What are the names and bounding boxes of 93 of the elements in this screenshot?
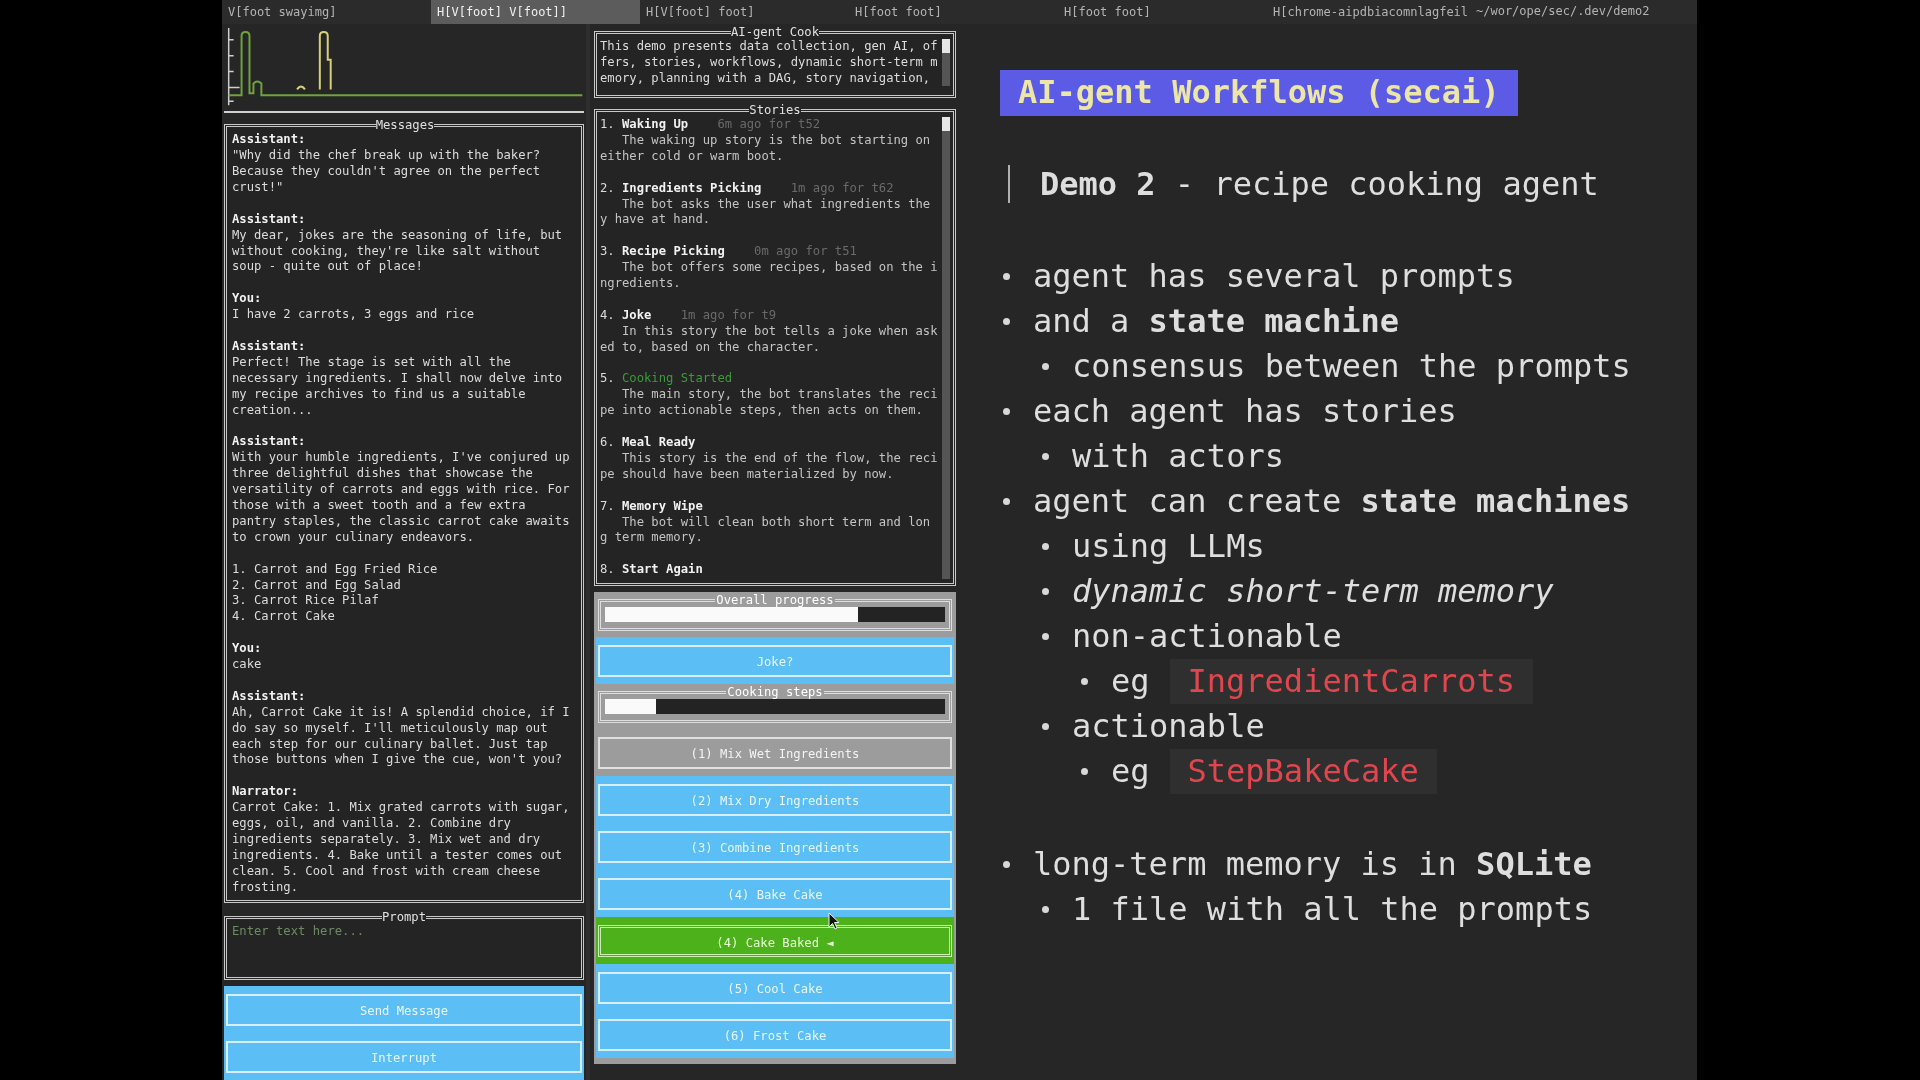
bullet-icon	[1003, 498, 1010, 505]
message-text: I have 2 carrots, 3 eggs and rice	[232, 307, 476, 324]
story-number: 4.	[600, 307, 615, 322]
message-text: My dear, jokes are the seasoning of life, but without cooking, they're like salt without soup - quite out of place!	[232, 227, 564, 276]
bullet-text: agent can create state machines	[1033, 481, 1631, 522]
story-description: This story is the end of the flow, the recipe should have been materialized by now.	[600, 450, 938, 483]
workspace-tab[interactable]: H[foot foot]	[849, 0, 1058, 24]
bullet-icon	[1042, 633, 1049, 640]
bullet-text: dynamic short-term memory	[1072, 571, 1554, 612]
story-description: The bot will clean both short term and long term memory.	[600, 514, 932, 547]
story-number: 6.	[600, 435, 615, 450]
story-description: The waking up story is the bot starting on either cold or warm boot.	[600, 132, 932, 165]
description-text: This demo presents data collection, gen AI, offers, stories, workflows, dynamic short-term memory, planning with a DAG, story navigation,	[600, 39, 938, 87]
bullet-icon	[1081, 678, 1088, 685]
story-title[interactable]: Recipe Picking	[622, 244, 725, 259]
bullet-icon	[1003, 318, 1010, 325]
panel-title: Messages	[375, 119, 435, 133]
story-title[interactable]: Start Again	[622, 562, 703, 577]
mouse-pointer-icon	[828, 912, 840, 930]
story-description: The bot offers some recipes, based on the ingredients.	[600, 260, 938, 292]
message-text: cake	[232, 657, 263, 673]
message-speaker: You:	[232, 641, 263, 657]
bullet-icon	[1003, 408, 1010, 415]
workspace-tab[interactable]: H[V[foot] foot]	[640, 0, 849, 24]
panel-title: Stories	[749, 104, 801, 117]
bullet-icon	[1042, 363, 1049, 370]
prompt-box[interactable]: Prompt Enter text here...	[224, 910, 584, 980]
story-title[interactable]: Cooking Started	[622, 371, 733, 386]
bullet-text: 1 file with all the prompts	[1072, 889, 1593, 930]
bullet-icon	[1042, 543, 1049, 550]
message-speaker: Assistant:	[232, 338, 307, 355]
message-speaker: Narrator:	[232, 784, 300, 801]
slide-title: AI-gent Workflows (secai)	[1000, 70, 1518, 116]
message-speaker: Assistant:	[232, 434, 307, 451]
bullet-icon	[1042, 723, 1049, 730]
story-number: 8.	[600, 562, 615, 577]
scrollbar[interactable]	[942, 117, 950, 579]
message-speaker: Assistant:	[232, 688, 307, 705]
panel-title: AI-gent Cook	[730, 26, 820, 39]
bullet-text: long-term memory is in SQLite	[1033, 844, 1592, 885]
workspace-tab[interactable]: H[chrome-aipdbiacomnlagfeil	[1267, 0, 1476, 24]
bullet-icon	[1081, 768, 1088, 775]
story-time: 6m ago for t52	[717, 117, 821, 131]
workspace-tab[interactable]: H[foot foot]	[1058, 0, 1267, 24]
bullet-text: eg	[1111, 751, 1150, 792]
bullet-icon	[1003, 273, 1010, 280]
bullet-text: with actors	[1072, 436, 1284, 477]
bullet-text: using LLMs	[1072, 526, 1265, 567]
message-speaker: You:	[232, 291, 263, 308]
message-text: Ah, Carrot Cake it is! A splendid choice, if I do say so myself. I'll meticulously map out each step for our culinary ballet. Just tap those buttons when I give the cue, won't you?	[232, 704, 571, 769]
story-time: 0m ago for t51	[754, 244, 857, 259]
story-number: 7.	[600, 498, 615, 513]
bullet-text: consensus between the prompts	[1072, 346, 1631, 387]
story-title[interactable]: Waking Up	[622, 117, 689, 131]
scrollbar[interactable]	[942, 39, 950, 86]
story-number: 5.	[600, 371, 615, 386]
story-title[interactable]: Joke	[622, 307, 652, 322]
message-text: Carrot Cake: 1. Mix grated carrots with sugar, eggs, oil, and vanilla. 2. Combine dry ingredients separately. 3. Mix wet and dry ingredients. 4. Bake until a tester comes out clean. 5. Cool and frost with cream cheese frosting.	[232, 800, 571, 896]
panel-title: Overall progress	[715, 594, 835, 607]
message-text: With your humble ingredients, I've conjured up three delightful dishes that showcase the versatility of carrots and eggs with rice. For those with a sweet tooth and a few extra pantry staples, the classic carrot cake awaits to crown your culinary endeavors. 1. Carrot and Egg Fried Rice 2. Carrot and Egg Salad 3. Carrot Rice Pilaf 4. Carrot Cake	[232, 450, 571, 626]
bullet-text: and a state machine	[1033, 301, 1400, 342]
window-path: ~/wor/ope/sec/.dev/demo2	[1476, 4, 1650, 20]
story-number: 3.	[600, 244, 615, 259]
bullet-text: non-actionable	[1072, 616, 1342, 657]
message-speaker: Assistant:	[232, 211, 307, 228]
story-number: 2.	[600, 180, 615, 195]
bullet-icon	[1042, 588, 1049, 595]
bullet-text: actionable	[1072, 706, 1265, 747]
bullet-text: eg	[1111, 661, 1150, 702]
workspace-tab[interactable]: H[V[foot] V[foot]]	[431, 0, 640, 24]
story-description: The main story, the bot translates the recipe into actionable steps, then acts on them.	[600, 387, 938, 420]
bullet-text: each agent has stories	[1033, 391, 1457, 432]
message-text: "Why did the chef break up with the baker? Because they couldn't agree on the perfect crust!"	[232, 148, 542, 196]
story-time: 1m ago for t62	[790, 180, 894, 195]
workspace-tab[interactable]: V[foot swayimg]	[222, 0, 431, 24]
bullet-icon	[1042, 906, 1049, 913]
code-text: IngredientCarrots	[1169, 659, 1534, 704]
code-text: StepBakeCake	[1169, 749, 1437, 794]
bullet-icon	[1042, 453, 1049, 460]
bullet-icon	[1003, 861, 1010, 868]
prompt-field[interactable]: Enter text here...	[229, 923, 579, 975]
story-description: In this story the bot tells a joke when asked to, based on the character.	[600, 323, 938, 356]
story-title[interactable]: Memory Wipe	[622, 498, 703, 513]
story-title[interactable]: Meal Ready	[622, 435, 696, 450]
message-text: Perfect! The stage is set with all the necessary ingredients. I shall now delve into my recipe archives to find us a suitable creation...	[232, 354, 564, 419]
panel-title: Prompt	[382, 910, 426, 924]
story-description: The bot asks the user what ingredients they have at hand.	[600, 196, 932, 229]
story-title[interactable]: Ingredients Picking	[622, 180, 762, 195]
story-time: 1m ago for t9	[680, 307, 777, 322]
message-speaker: Assistant:	[232, 132, 307, 149]
bullet-text: agent has several prompts	[1033, 256, 1515, 297]
panel-title: Cooking steps	[726, 686, 824, 699]
story-number: 1.	[600, 117, 615, 131]
